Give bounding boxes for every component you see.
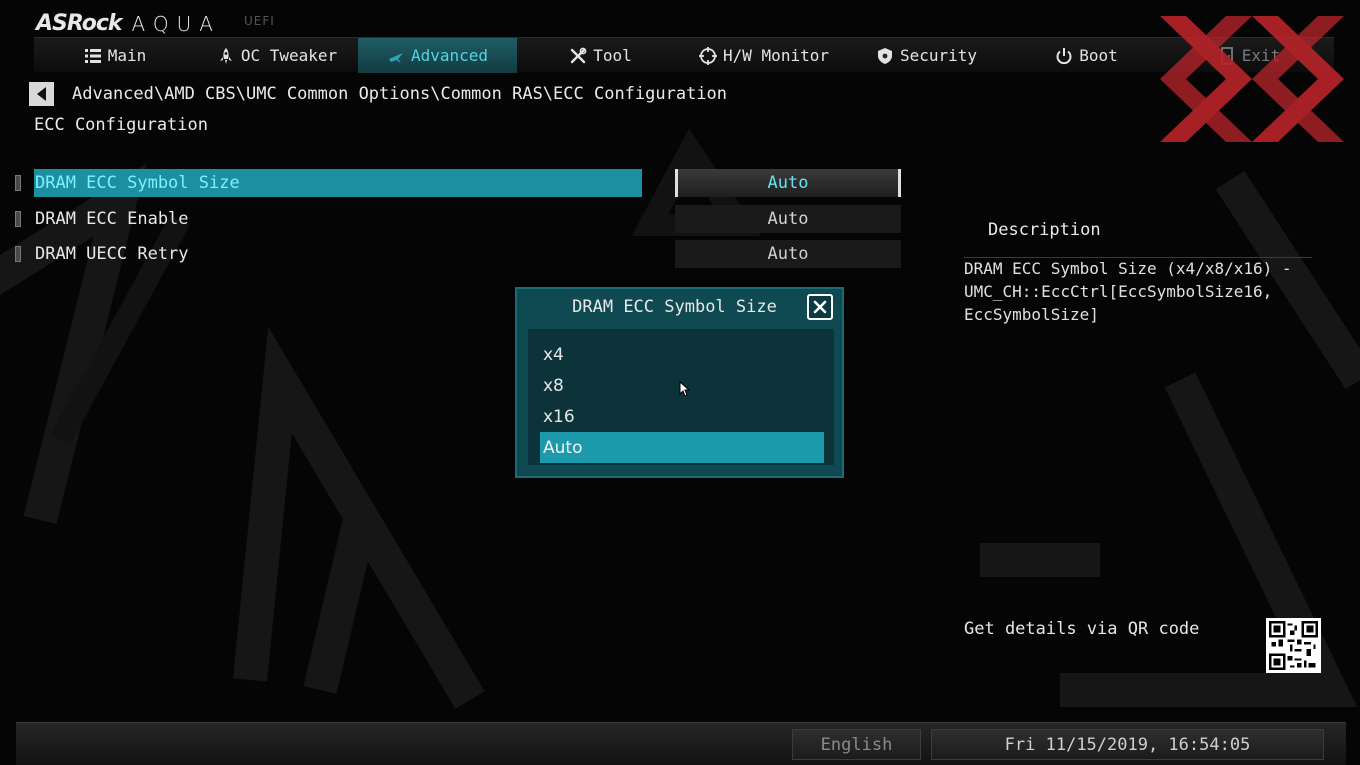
setting-label[interactable]: DRAM ECC Enable <box>34 205 642 233</box>
shield-icon <box>877 47 892 64</box>
page-title: ECC Configuration <box>34 115 208 135</box>
mouse-cursor-icon <box>679 381 691 397</box>
tools-icon <box>571 47 587 63</box>
tab-security[interactable]: Security <box>844 38 1009 73</box>
tab-security-label: Security <box>899 46 978 65</box>
tab-main[interactable]: Main <box>34 38 196 73</box>
breadcrumb: Advanced\AMD CBS\UMC Common Options\Comm… <box>72 84 728 104</box>
row-marker <box>15 211 21 227</box>
tab-oc-tweaker[interactable]: OC Tweaker <box>196 38 358 73</box>
option-item-x4[interactable]: x4 <box>540 339 824 370</box>
option-item-x16[interactable]: x16 <box>540 401 824 432</box>
brand-name: ASRock <box>36 11 123 36</box>
setting-row-dram-uecc-retry[interactable]: DRAM UECC Retry Auto <box>0 240 910 268</box>
qr-code-icon[interactable] <box>1266 618 1321 673</box>
qr-code-label: Get details via QR code <box>964 619 1200 639</box>
back-arrow-icon <box>36 87 46 101</box>
dialog-title: DRAM ECC Symbol Size <box>572 297 777 317</box>
setting-value-dropdown[interactable]: Auto <box>675 240 901 268</box>
close-icon <box>813 300 827 314</box>
crosshair-icon <box>699 46 718 65</box>
rocket-icon <box>219 47 232 64</box>
uefi-tag: UEFI <box>244 14 275 28</box>
language-button[interactable]: English <box>792 729 921 760</box>
description-title: Description <box>988 220 1101 240</box>
setting-value-dropdown[interactable]: Auto <box>675 169 901 197</box>
tab-boot-label: Boot <box>1079 46 1118 65</box>
tab-main-label: Main <box>107 46 147 65</box>
product-name: AQUA <box>131 12 221 36</box>
tab-boot[interactable]: Boot <box>1009 38 1164 73</box>
description-text: DRAM ECC Symbol Size (x4/x8/x16) - UMC_C… <box>964 259 1292 324</box>
setting-row-dram-ecc-symbol-size[interactable]: DRAM ECC Symbol Size Auto <box>0 169 910 197</box>
tab-advanced[interactable]: Advanced <box>358 38 517 73</box>
setting-label[interactable]: DRAM ECC Symbol Size <box>34 169 642 197</box>
tab-oc-tweaker-label: OC Tweaker <box>240 46 338 65</box>
row-marker <box>15 175 21 191</box>
tab-hw-monitor[interactable]: H/W Monitor <box>684 38 844 73</box>
close-button[interactable] <box>807 294 833 320</box>
tab-tool-label: Tool <box>593 46 632 65</box>
setting-row-dram-ecc-enable[interactable]: DRAM ECC Enable Auto <box>0 205 910 233</box>
setting-label[interactable]: DRAM UECC Retry <box>34 240 642 268</box>
tab-tool[interactable]: Tool <box>517 38 684 73</box>
xx-watermark-logo <box>1160 16 1344 142</box>
option-list: x4 x8 x16 Auto <box>528 329 834 465</box>
row-marker <box>15 246 21 262</box>
top-nav: Main OC Tweaker Advanced Tool H/W Monito… <box>34 37 1334 73</box>
list-icon <box>84 48 101 63</box>
back-button[interactable] <box>29 82 54 106</box>
option-item-auto[interactable]: Auto <box>540 432 824 463</box>
tab-hw-monitor-label: H/W Monitor <box>723 46 829 65</box>
star-icon <box>388 52 403 63</box>
asrock-logo: ASRock AQUA <box>36 6 221 36</box>
tab-advanced-label: Advanced <box>410 46 489 65</box>
datetime-display: Fri 11/15/2019, 16:54:05 <box>931 729 1324 760</box>
power-icon <box>1056 47 1072 64</box>
setting-value-dropdown[interactable]: Auto <box>675 205 901 233</box>
